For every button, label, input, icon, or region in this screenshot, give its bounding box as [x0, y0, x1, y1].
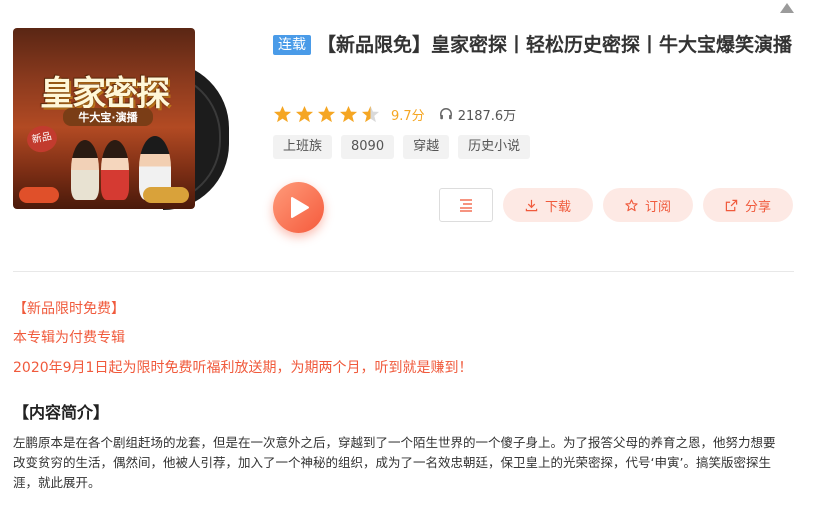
- album-title: 【新品限免】皇家密探丨轻松历史密探丨牛大宝爆笑演播: [317, 34, 793, 56]
- menu-collapse-icon[interactable]: [780, 3, 794, 13]
- star-icon: [317, 105, 336, 122]
- sort-list-icon: [460, 199, 472, 212]
- download-icon: [525, 199, 538, 211]
- star-icon: [295, 105, 314, 122]
- play-icon: [291, 197, 309, 218]
- cover-figure: [71, 140, 99, 200]
- subscribe-star-icon: [625, 198, 638, 211]
- intro-heading: 【内容简介】: [13, 403, 110, 422]
- promo-line: 2020年9月1日起为限时免费听福利放送期，为期两个月，听到就是赚到！: [13, 360, 473, 376]
- album-cover[interactable]: 皇家密探 牛大宝·演播 新品: [13, 28, 229, 210]
- tag-item[interactable]: 穿越: [403, 135, 450, 159]
- cover-decoration: [19, 187, 59, 203]
- share-label: 分享: [744, 199, 771, 215]
- cover-figure: [101, 140, 129, 200]
- download-button[interactable]: 下载: [503, 188, 593, 222]
- sort-list-button[interactable]: [439, 188, 493, 222]
- intro-text: 左鹏原本是在各个剧组赶场的龙套，但是在一次意外之后，穿越到了一个陌生世界的一个傻…: [13, 435, 776, 490]
- star-icon: [339, 105, 358, 122]
- tag-item[interactable]: 上班族: [273, 135, 333, 159]
- cover-subtitle: 牛大宝·演播: [63, 108, 153, 126]
- divider: [13, 271, 794, 272]
- subscribe-button[interactable]: 订阅: [603, 188, 693, 222]
- tag-item[interactable]: 历史小说: [458, 135, 531, 159]
- cover-image: 皇家密探 牛大宝·演播 新品: [13, 28, 195, 209]
- play-button[interactable]: [273, 182, 324, 233]
- rating-row: 9.7分 2187.6万: [273, 103, 516, 125]
- serial-tag: 连载: [273, 35, 311, 55]
- tag-item[interactable]: 8090: [341, 135, 395, 159]
- download-label: 下载: [544, 199, 571, 215]
- share-icon: [725, 199, 738, 211]
- tag-list: 上班族 8090 穿越 历史小说: [273, 135, 531, 159]
- cover-decoration: [143, 187, 189, 203]
- headphone-icon: [439, 108, 452, 120]
- star-icon: [273, 105, 292, 122]
- cover-badge: 新品: [24, 123, 60, 155]
- rating-score: 9.7分: [391, 108, 425, 124]
- subscribe-label: 订阅: [644, 199, 671, 215]
- star-half-icon: [361, 105, 380, 122]
- album-title-block: 连载 【新品限免】皇家密探丨轻松历史密探丨牛大宝爆笑演播: [273, 30, 793, 61]
- promo-line: 【新品限时免费】: [13, 301, 125, 317]
- play-count: 2187.6万: [457, 108, 517, 124]
- promo-line: 本专辑为付费专辑: [13, 330, 125, 346]
- share-button[interactable]: 分享: [703, 188, 793, 222]
